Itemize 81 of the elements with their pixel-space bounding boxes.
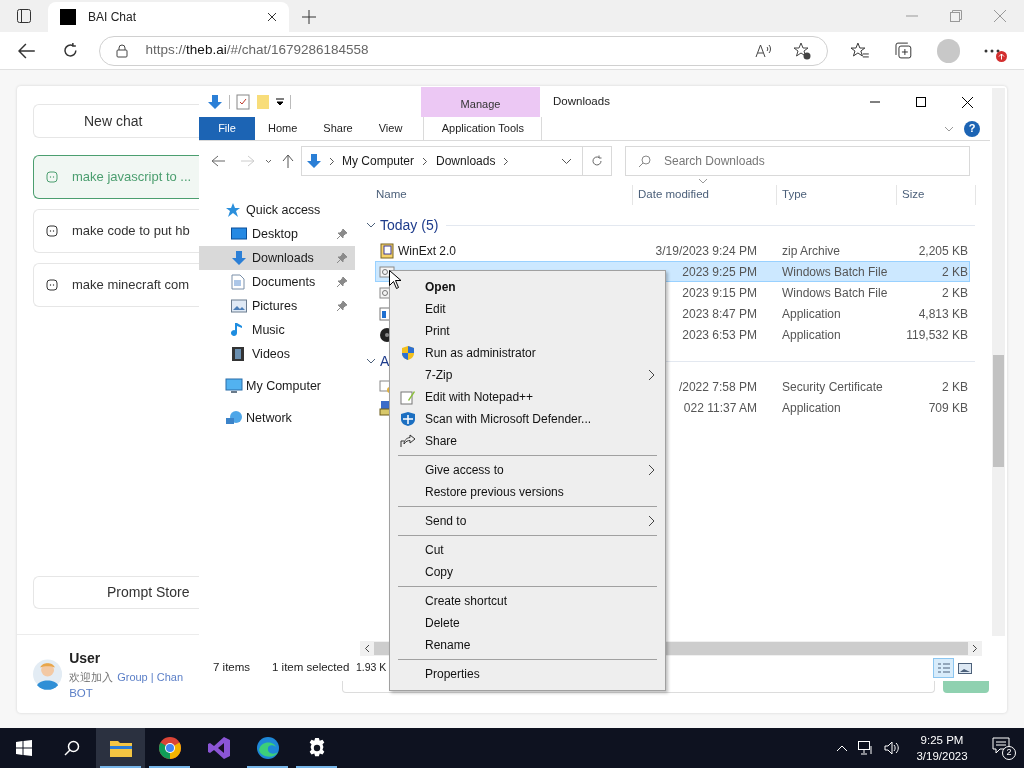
selection-size: 1.93 K — [356, 660, 387, 676]
file-size: 2 KB — [941, 263, 968, 281]
column-header[interactable]: Name — [360, 185, 632, 205]
nav-item[interactable]: Videos — [199, 342, 355, 366]
ribbon-tab[interactable]: Application Tools — [423, 117, 543, 140]
nav-item[interactable]: Desktop — [199, 222, 355, 246]
browser-tab[interactable]: BAI Chat — [48, 2, 289, 32]
file-type: Windows Batch File — [782, 263, 889, 281]
nav-item[interactable]: Music — [199, 318, 355, 342]
nav-item[interactable]: My Computer — [199, 374, 355, 398]
file-type: Security Certificate — [782, 378, 884, 396]
window-title: Downloads — [553, 94, 610, 110]
clock[interactable]: 9:25 PM 3/19/2023 — [910, 732, 974, 764]
prompt-store-button[interactable]: Prompt Store — [33, 576, 199, 609]
file-date: 2023 9:15 PM — [681, 284, 757, 302]
column-header[interactable]: Size — [896, 185, 976, 205]
welcome-text: 欢迎加入 — [69, 669, 114, 685]
menu-item[interactable]: Run as administrator — [390, 342, 665, 364]
file-name: WinExt 2.0 — [398, 243, 457, 258]
nav-item[interactable]: Network — [199, 406, 355, 430]
column-header[interactable]: Date modified — [632, 185, 776, 205]
menu-item[interactable]: Share — [390, 430, 665, 452]
search-field[interactable]: Search Downloads — [625, 146, 970, 176]
file-type: Application — [782, 305, 842, 323]
ribbon-tab[interactable]: File — [199, 117, 255, 140]
notification-count: 2 — [1002, 746, 1016, 760]
file-date: 3/19/2023 9:24 PM — [654, 242, 757, 260]
menu-item[interactable]: Copy — [390, 561, 665, 583]
menu-item[interactable]: Create shortcut — [390, 590, 665, 612]
group-header[interactable]: A — [380, 350, 390, 372]
nav-item[interactable]: Documents — [199, 270, 355, 294]
menu-item[interactable]: Give access to — [390, 459, 665, 481]
ribbon-tab[interactable]: Home — [255, 117, 311, 140]
new-chat-button[interactable]: New chat — [33, 104, 199, 138]
file-size: 119,532 KB — [905, 326, 968, 344]
file-date: 2023 8:47 PM — [681, 305, 757, 323]
group-link[interactable]: Group | Chan — [117, 668, 183, 685]
menu-item[interactable]: Rename — [390, 634, 665, 656]
help-button[interactable]: ? — [964, 120, 980, 137]
user-name: User — [69, 648, 102, 668]
file-size: 2 KB — [941, 378, 968, 396]
column-header[interactable]: Type — [776, 185, 896, 205]
conversation-item[interactable]: make code to put hb — [33, 209, 199, 253]
menu-item[interactable]: Scan with Microsoft Defender... — [390, 408, 665, 430]
breadcrumb-item[interactable]: Downloads — [436, 152, 496, 170]
url-text: https://theb.ai/#/chat/1679286184558 — [145, 41, 370, 60]
file-size: 709 KB — [927, 399, 968, 417]
menu-item[interactable]: Edit with Notepad++ — [390, 386, 665, 408]
file-date: /2022 7:58 PM — [677, 378, 757, 396]
manage-tab-header: Manage — [421, 87, 540, 117]
conversation-item[interactable]: make minecraft com — [33, 263, 199, 307]
ribbon-tab[interactable]: Share — [310, 117, 366, 140]
selection-status: 1 item selected — [272, 660, 351, 676]
file-type: Application — [782, 326, 842, 344]
file-type: Windows Batch File — [782, 284, 889, 302]
bot-link[interactable]: BOT — [69, 684, 183, 701]
file-type: Application — [782, 399, 842, 417]
file-size: 2 KB — [941, 284, 968, 302]
menu-item[interactable]: Restore previous versions — [390, 481, 665, 503]
file-size: 4,813 KB — [917, 305, 968, 323]
address-bar[interactable]: My Computer Downloads — [301, 146, 612, 176]
ribbon-tab[interactable]: View — [365, 117, 416, 140]
file-date: 2023 6:53 PM — [681, 326, 757, 344]
menu-item[interactable]: Print — [390, 320, 665, 342]
file-date: 022 11:37 AM — [682, 399, 757, 417]
group-header[interactable]: Today (5) — [380, 214, 439, 236]
menu-item[interactable]: Cut — [390, 539, 665, 561]
nav-item[interactable]: Quick access — [199, 198, 355, 222]
menu-item[interactable]: Properties — [390, 663, 665, 685]
menu-item[interactable]: Send to — [390, 510, 665, 532]
file-date: 2023 9:25 PM — [681, 263, 757, 281]
nav-item[interactable]: Pictures — [199, 294, 355, 318]
menu-item[interactable]: Edit — [390, 298, 665, 320]
nav-item[interactable]: Downloads — [199, 246, 355, 270]
menu-item[interactable]: Delete — [390, 612, 665, 634]
item-count: 7 items — [213, 660, 252, 676]
breadcrumb-item[interactable]: My Computer — [342, 152, 415, 170]
file-type: zip Archive — [782, 242, 842, 260]
menu-item[interactable]: 7-Zip — [390, 364, 665, 386]
file-size: 2,205 KB — [917, 242, 968, 260]
address-field[interactable]: https://theb.ai/#/chat/1679286184558 — [98, 35, 828, 66]
